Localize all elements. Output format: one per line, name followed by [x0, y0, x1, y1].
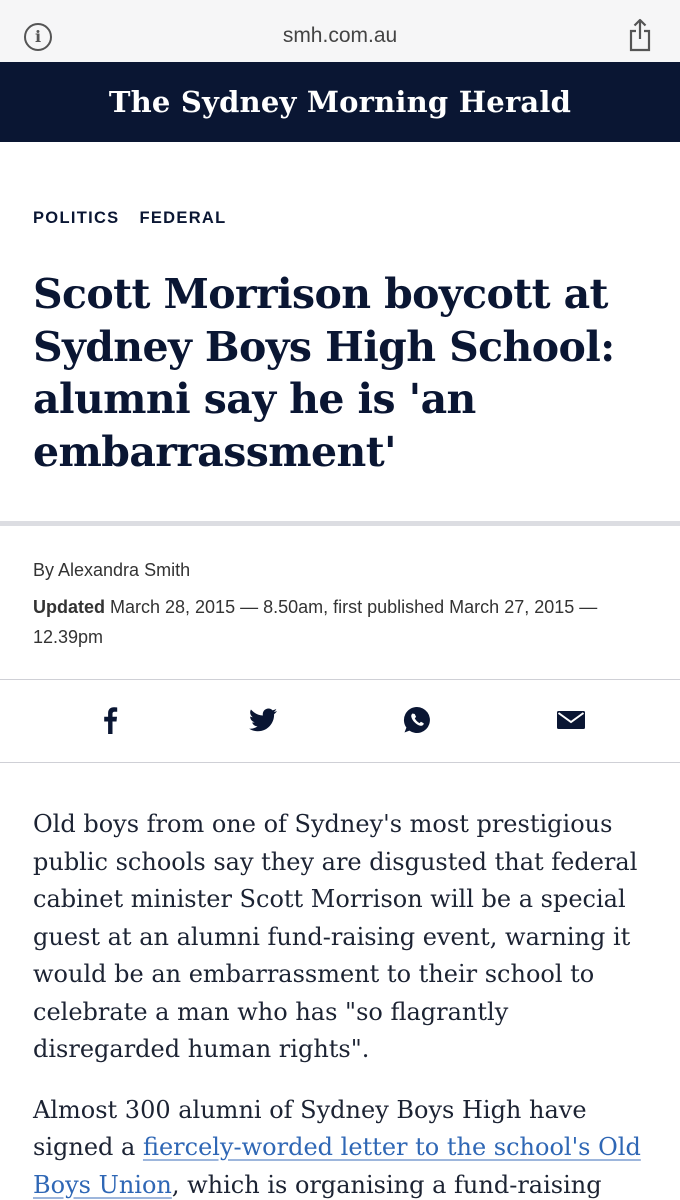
whatsapp-icon[interactable]: [401, 704, 433, 736]
twitter-icon[interactable]: [247, 704, 279, 736]
category-breadcrumb: POLITICS FEDERAL: [33, 209, 227, 228]
category-federal[interactable]: FEDERAL: [140, 209, 227, 228]
dateline-text: March 28, 2015 — 8.50am, first published…: [33, 597, 598, 647]
share-bar: [0, 680, 680, 762]
facebook-icon[interactable]: [94, 704, 126, 736]
share-divider-bottom: [0, 762, 680, 763]
header-divider: [0, 521, 680, 526]
author-byline[interactable]: By Alexandra Smith: [33, 560, 190, 581]
paragraph-text: , which is organising a fund-raising: [171, 1170, 602, 1199]
article-body: Old boys from one of Sydney's most prest…: [33, 806, 658, 1200]
article-paragraph: Old boys from one of Sydney's most prest…: [33, 810, 638, 1063]
url-display[interactable]: smh.com.au: [0, 24, 680, 48]
publish-dateline: Updated March 28, 2015 — 8.50am, first p…: [33, 592, 653, 652]
site-logo[interactable]: The Sydney Morning Herald: [109, 85, 571, 119]
masthead: The Sydney Morning Herald: [0, 62, 680, 142]
article-headline: Scott Morrison boycott at Sydney Boys Hi…: [33, 270, 615, 476]
email-icon[interactable]: [555, 704, 587, 736]
browser-address-bar: i smh.com.au: [0, 0, 680, 62]
article-paragraph: Almost 300 alumni of Sydney Boys High ha…: [33, 1092, 658, 1200]
category-politics[interactable]: POLITICS: [33, 209, 120, 228]
share-icon[interactable]: [628, 18, 652, 52]
updated-label: Updated: [33, 597, 105, 617]
